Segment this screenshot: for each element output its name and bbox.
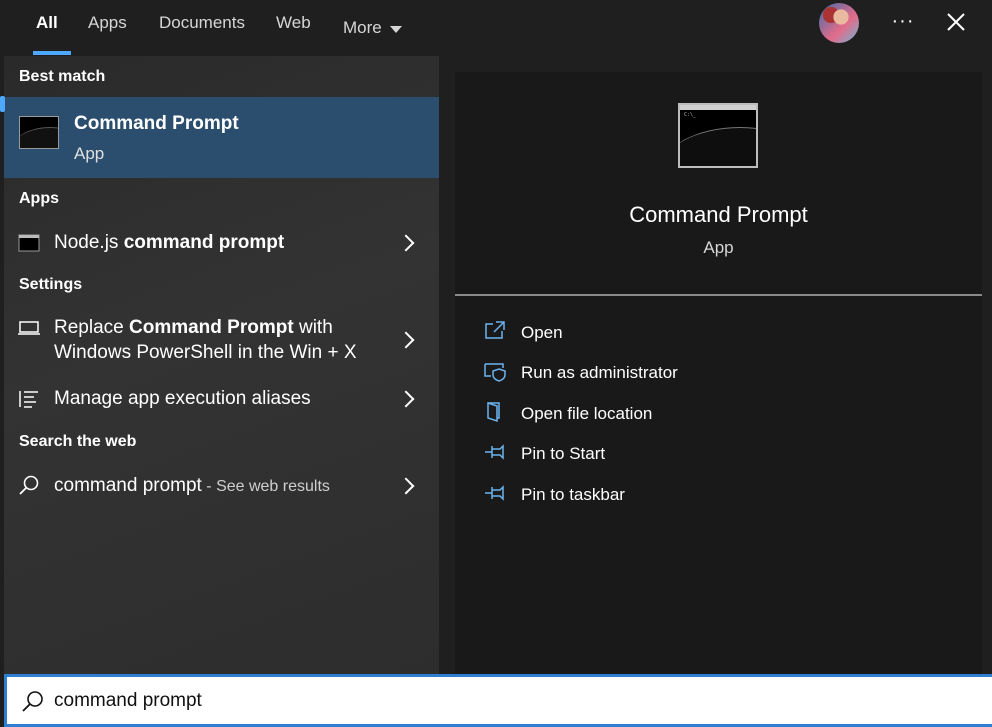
search-icon bbox=[19, 475, 39, 495]
tab-documents[interactable]: Documents bbox=[159, 0, 245, 56]
action-open-file-location[interactable]: Open file location bbox=[483, 400, 963, 430]
aliases-label: Manage app execution aliases bbox=[54, 388, 311, 409]
best-match-title: Command Prompt bbox=[74, 113, 239, 134]
best-match-item[interactable]: Command Prompt App bbox=[4, 97, 439, 178]
replace-label-line2: Windows PowerShell in the Win + X bbox=[54, 342, 357, 363]
web-search-label: command prompt - See web results bbox=[54, 475, 330, 496]
action-open[interactable]: Open bbox=[483, 319, 963, 349]
more-options-icon[interactable]: ··· bbox=[890, 6, 916, 36]
shield-icon bbox=[484, 363, 506, 382]
action-pin-to-taskbar[interactable]: Pin to taskbar bbox=[483, 481, 963, 511]
section-settings: Settings bbox=[19, 276, 83, 293]
result-web-search[interactable]: command prompt - See web results bbox=[4, 469, 439, 503]
chevron-right-icon bbox=[397, 331, 415, 349]
action-run-as-admin[interactable]: Run as administrator bbox=[483, 359, 963, 389]
list-icon bbox=[19, 391, 38, 408]
preview-subtitle: App bbox=[703, 238, 734, 257]
action-open-file-location-label: Open file location bbox=[521, 404, 653, 423]
result-replace-powershell[interactable]: Replace Command Prompt with Windows Powe… bbox=[4, 312, 439, 372]
close-icon[interactable] bbox=[944, 10, 968, 34]
active-tab-indicator bbox=[33, 51, 71, 55]
section-apps: Apps bbox=[19, 190, 59, 207]
action-open-label: Open bbox=[521, 323, 563, 342]
results-panel: Best match Command Prompt App Apps Node.… bbox=[0, 56, 439, 674]
best-match-subtitle: App bbox=[74, 144, 105, 163]
chevron-right-icon bbox=[397, 477, 415, 495]
nodejs-label: Node.js command prompt bbox=[54, 232, 285, 253]
avatar[interactable] bbox=[819, 3, 859, 43]
section-best-match: Best match bbox=[19, 68, 106, 85]
tab-more[interactable]: More bbox=[343, 0, 402, 56]
divider bbox=[455, 294, 982, 296]
terminal-icon bbox=[18, 234, 40, 252]
chevron-right-icon bbox=[397, 234, 415, 252]
replace-label-line1: Replace Command Prompt with bbox=[54, 317, 333, 338]
action-pin-to-start[interactable]: Pin to Start bbox=[483, 440, 963, 470]
search-box[interactable] bbox=[4, 674, 992, 727]
tab-all[interactable]: All bbox=[36, 0, 58, 56]
action-run-as-admin-label: Run as administrator bbox=[521, 363, 678, 382]
open-icon bbox=[485, 321, 505, 339]
preview-title: Command Prompt bbox=[629, 202, 808, 227]
command-prompt-icon bbox=[19, 116, 59, 149]
tab-more-label: More bbox=[343, 18, 382, 37]
result-manage-aliases[interactable]: Manage app execution aliases bbox=[4, 382, 439, 416]
preview-panel: C:\_ Command Prompt App Open Run as admi… bbox=[455, 72, 982, 674]
chevron-down-icon bbox=[389, 25, 402, 33]
tab-web[interactable]: Web bbox=[276, 0, 311, 56]
laptop-icon bbox=[18, 321, 40, 335]
tab-apps[interactable]: Apps bbox=[88, 0, 127, 56]
result-nodejs-command-prompt[interactable]: Node.js command prompt bbox=[4, 226, 439, 260]
action-pin-to-start-label: Pin to Start bbox=[521, 444, 606, 463]
selection-accent bbox=[0, 96, 5, 112]
action-pin-to-taskbar-label: Pin to taskbar bbox=[521, 485, 625, 504]
search-input[interactable] bbox=[54, 685, 954, 717]
section-search-web: Search the web bbox=[19, 433, 137, 450]
search-scope-bar: All Apps Documents Web More ··· bbox=[0, 0, 992, 56]
folder-icon bbox=[487, 401, 500, 423]
chevron-right-icon bbox=[397, 390, 415, 408]
command-prompt-large-icon: C:\_ bbox=[678, 103, 758, 168]
pin-icon bbox=[485, 485, 504, 501]
search-icon bbox=[22, 691, 43, 712]
pin-icon bbox=[485, 444, 504, 460]
